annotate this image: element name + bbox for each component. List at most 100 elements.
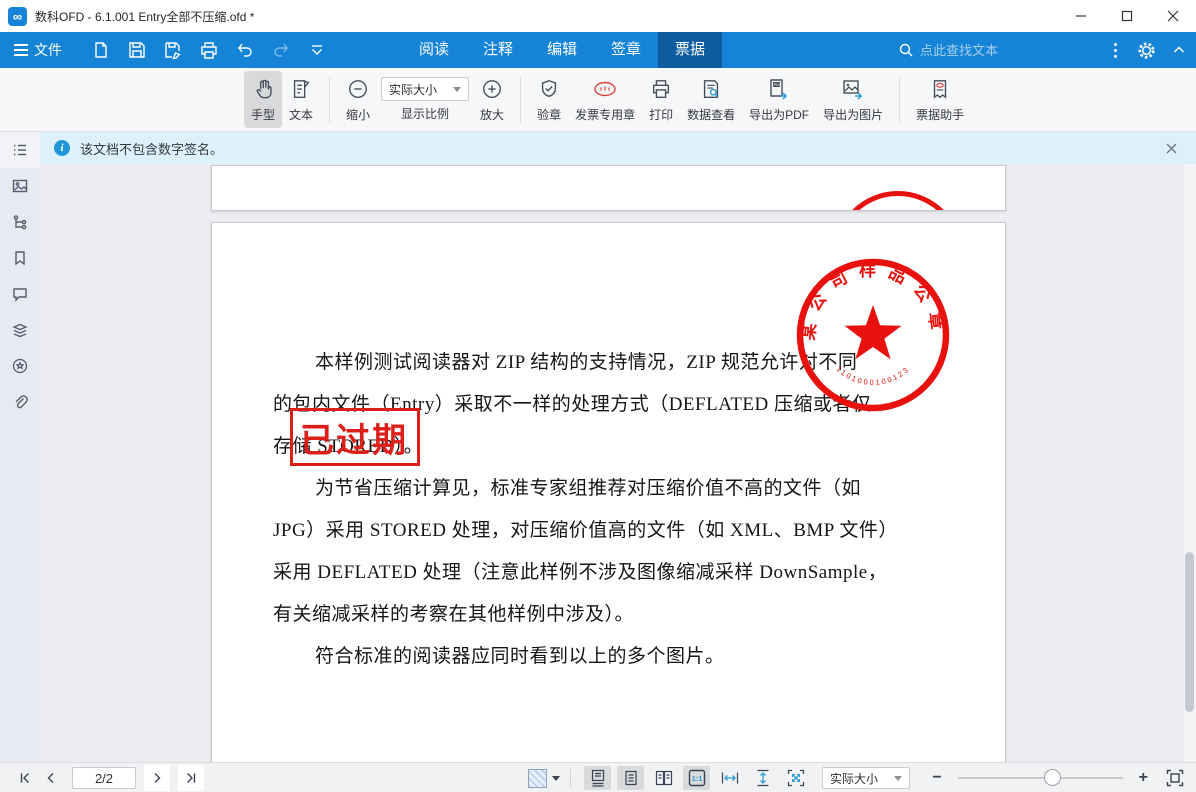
fit-height-button[interactable]	[749, 766, 776, 790]
file-menu-button[interactable]: 文件	[0, 32, 76, 68]
verify-seal-button[interactable]: 验章	[530, 71, 568, 128]
seal-icon[interactable]	[0, 348, 40, 384]
single-page-view-button[interactable]	[617, 766, 644, 790]
status-zoom-select[interactable]: 实际大小	[822, 767, 910, 789]
chevron-down-icon	[894, 776, 902, 781]
outline-icon[interactable]	[0, 132, 40, 168]
print-button[interactable]	[196, 36, 222, 64]
page-indicator-input[interactable]	[72, 767, 136, 789]
comment-icon[interactable]	[0, 276, 40, 312]
doc-text-line: 为节省压缩计算见，标准专家组推荐对压缩价值不高的文件（如	[315, 473, 861, 500]
print-label: 打印	[649, 106, 673, 123]
printer-icon	[650, 76, 672, 102]
left-panel-bar	[0, 132, 40, 762]
first-page-button[interactable]	[12, 765, 38, 791]
zoom-ratio-group: 实际大小 显示比例	[377, 72, 473, 127]
data-view-label: 数据查看	[687, 106, 735, 123]
close-infobar-icon[interactable]	[1161, 138, 1182, 159]
tab-edit[interactable]: 编辑	[530, 32, 594, 68]
scrollbar-thumb[interactable]	[1185, 552, 1194, 712]
text-tool-button[interactable]: 文本	[282, 71, 320, 128]
settings-gear-icon[interactable]	[1137, 41, 1156, 60]
signature-info-message: 该文档不包含数字签名。	[80, 139, 223, 158]
tab-read[interactable]: 阅读	[402, 32, 466, 68]
data-view-button[interactable]: 数据查看	[680, 71, 742, 128]
close-button[interactable]	[1150, 0, 1196, 32]
fit-width-button[interactable]	[716, 766, 743, 790]
search-icon	[898, 42, 914, 58]
document-viewer: i 该文档不包含数字签名。 本样例测试阅读器对 ZIP 结构的支持情况，ZIP …	[40, 132, 1196, 762]
attachment-icon[interactable]	[0, 384, 40, 420]
zoom-slider-thumb[interactable]	[1044, 769, 1061, 786]
last-page-button[interactable]	[178, 765, 204, 791]
menu-bar: 文件 阅读 注释	[0, 32, 1196, 68]
info-icon: i	[54, 140, 70, 156]
zoom-ratio-select[interactable]: 实际大小	[381, 77, 469, 101]
invoice-seal-button[interactable]: 发票专用章	[568, 71, 642, 128]
save-button[interactable]	[124, 36, 150, 64]
zoom-slider-minus[interactable]: −	[928, 769, 945, 787]
window-title: 数科OFD - 6.1.001 Entry全部不压缩.ofd *	[35, 8, 254, 25]
hand-tool-button[interactable]: 手型	[244, 71, 282, 128]
zoom-in-button[interactable]: 放大	[473, 71, 511, 128]
zoom-out-button[interactable]: 缩小	[339, 71, 377, 128]
company-stamp: 某公司样品公章 1101000100123	[793, 255, 953, 415]
facing-pages-view-button[interactable]	[650, 766, 677, 790]
export-pdf-label: 导出为PDF	[749, 106, 809, 123]
invoice-seal-icon	[592, 76, 618, 102]
actual-size-view-button[interactable]: 1:1	[683, 766, 710, 790]
zoom-ratio-value: 实际大小	[389, 81, 437, 98]
divider	[329, 77, 330, 123]
print-tool-button[interactable]: 打印	[642, 71, 680, 128]
status-zoom-value: 实际大小	[830, 770, 878, 787]
doc-text-line: JPG）采用 STORED 处理，对压缩价值高的文件（如 XML、BMP 文件）	[273, 515, 898, 542]
doc-text-line: 符合标准的阅读器应同时看到以上的多个图片。	[315, 641, 725, 668]
ticket-helper-button[interactable]: 票据助手	[909, 71, 971, 128]
next-page-button[interactable]	[144, 765, 170, 791]
redo-button[interactable]	[268, 36, 294, 64]
collapse-ribbon-icon[interactable]	[1172, 43, 1186, 57]
chevron-down-icon	[453, 87, 461, 92]
minimize-button[interactable]	[1058, 0, 1104, 32]
save-as-button[interactable]	[160, 36, 186, 64]
layers-icon[interactable]	[0, 312, 40, 348]
continuous-view-button[interactable]	[584, 766, 611, 790]
svg-text:PDF: PDF	[774, 82, 783, 87]
search-box[interactable]	[898, 32, 1038, 68]
undo-button[interactable]	[232, 36, 258, 64]
vertical-scrollbar[interactable]	[1182, 164, 1196, 762]
structure-icon[interactable]	[0, 204, 40, 240]
signature-info-bar: i 该文档不包含数字签名。	[40, 132, 1196, 164]
maximize-button[interactable]	[1104, 0, 1150, 32]
pattern-swatch-icon	[528, 769, 547, 788]
fit-page-button[interactable]	[782, 766, 809, 790]
hand-icon	[252, 76, 274, 102]
bookmark-icon[interactable]	[0, 240, 40, 276]
ticket-helper-label: 票据助手	[916, 106, 964, 123]
ticket-helper-icon	[929, 76, 951, 102]
more-options-icon[interactable]	[1110, 39, 1121, 62]
divider	[899, 77, 900, 123]
previous-page-button[interactable]	[38, 765, 64, 791]
chevron-down-icon	[552, 776, 560, 781]
app-logo-icon: ∞	[8, 7, 27, 26]
text-select-icon	[290, 76, 312, 102]
open-file-button[interactable]	[88, 36, 114, 64]
background-pattern-select[interactable]	[528, 769, 560, 788]
zoom-slider[interactable]	[958, 777, 1123, 779]
export-pdf-button[interactable]: PDF 导出为PDF	[742, 71, 816, 128]
file-menu-label: 文件	[34, 40, 62, 60]
tab-invoice[interactable]: 票据	[658, 32, 722, 68]
svg-text:1101000100123: 1101000100123	[835, 364, 912, 387]
page1-stamp-arc	[833, 191, 963, 211]
doc-text-line: 采用 DEFLATED 处理（注意此样例不涉及图像缩减采样 DownSample…	[273, 557, 887, 584]
search-input[interactable]	[920, 43, 1038, 58]
export-image-button[interactable]: 导出为图片	[816, 71, 890, 128]
thumbnail-icon[interactable]	[0, 168, 40, 204]
tab-signature[interactable]: 签章	[594, 32, 658, 68]
minus-circle-icon	[347, 76, 369, 102]
fullscreen-icon[interactable]	[1166, 769, 1184, 787]
zoom-slider-plus[interactable]: +	[1135, 769, 1152, 787]
tab-annotate[interactable]: 注释	[466, 32, 530, 68]
collapse-toolbar-button[interactable]	[304, 36, 330, 64]
